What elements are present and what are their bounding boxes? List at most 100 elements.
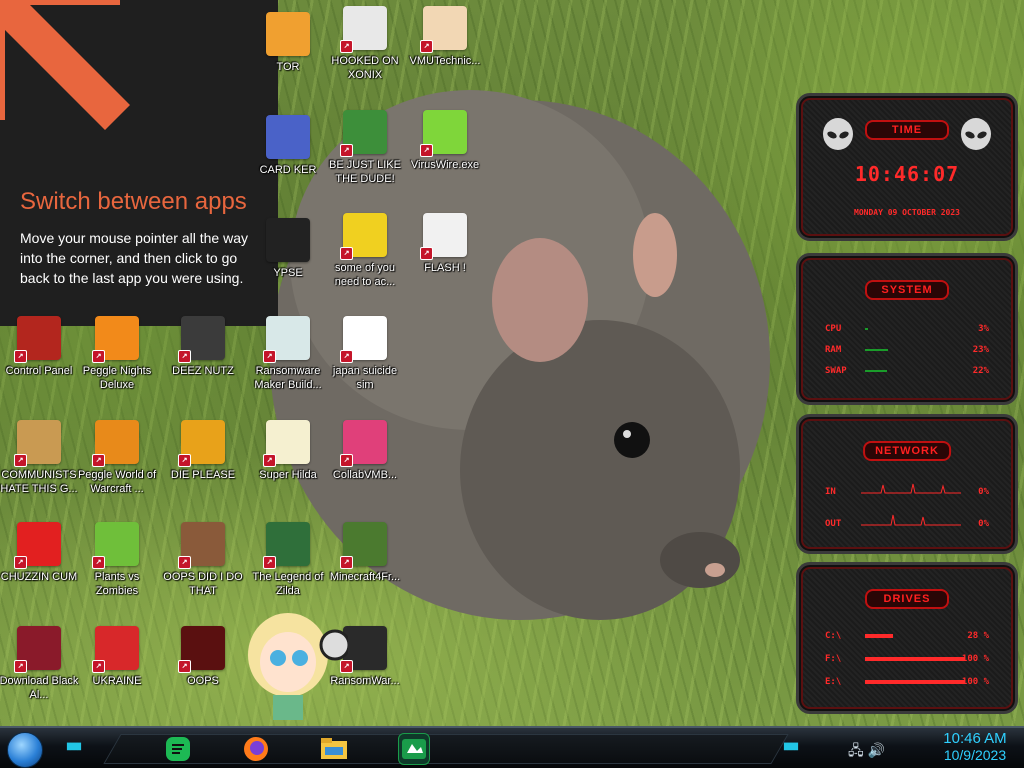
desktop-icon-label: VMUTechnic...	[409, 55, 481, 67]
chevron-decoration-icon: ▮▮▮▮	[66, 741, 82, 752]
drive-c-row: C:\ 28 %	[825, 631, 989, 641]
time-title: TIME	[865, 120, 949, 140]
shortcut-arrow-icon: ↗	[340, 454, 353, 467]
alien-head-icon	[961, 118, 991, 150]
desktop-icon[interactable]: ↗ FLASH !	[406, 213, 484, 309]
black-orb-icon: ↗	[14, 626, 61, 673]
radiation-icon: ↗	[92, 626, 139, 673]
tip-body: Move your mouse pointer all the way into…	[20, 230, 248, 286]
drive-e-row: E:\ 100 %	[825, 677, 989, 687]
desktop-icon[interactable]: ↗ japan suicide sim	[326, 316, 404, 412]
spotify-icon[interactable]	[162, 733, 194, 765]
shortcut-arrow-icon: ↗	[263, 454, 276, 467]
desktop-icon[interactable]: ↗ HOOKED ON XONIX	[326, 6, 404, 102]
dog-icon: ↗	[340, 213, 387, 260]
desktop-icon[interactable]: ↗ OOPS	[164, 626, 242, 722]
drives-title: DRIVES	[865, 589, 949, 609]
santa-icon: ↗	[340, 110, 387, 157]
desktop-icon[interactable]: ↗ Download Black Al...	[0, 626, 78, 722]
shortcut-arrow-icon: ↗	[340, 556, 353, 569]
desktop-icon[interactable]: ↗ some of you need to ac...	[326, 213, 404, 309]
folder-stack-icon: ↗	[178, 316, 225, 363]
volume-tray-icon[interactable]: 🔊	[868, 742, 885, 758]
network-out-graph	[861, 514, 961, 526]
ram-bar	[865, 349, 888, 351]
system-title: SYSTEM	[865, 280, 949, 300]
taskbar-time: 10:46 AM	[943, 730, 1007, 747]
drive-f-row: F:\ 100 %	[825, 654, 989, 664]
desktop-icon[interactable]: ↗ Plants vs Zombies	[78, 522, 156, 618]
desktop-icon-partial[interactable]: CARD KER	[249, 115, 327, 211]
money-bag-icon: ↗	[14, 420, 61, 467]
desktop-icon-label: Peggle World of Warcraft ...	[77, 469, 157, 495]
chuzzle-icon: ↗	[14, 522, 61, 569]
firefox-icon[interactable]	[240, 733, 272, 765]
peggle-wow-icon: ↗	[92, 420, 139, 467]
alien-head-icon	[823, 118, 853, 150]
system-tray[interactable]: 🖧 🔊	[848, 740, 885, 764]
desktop-icon[interactable]: ↗ CHUZZIN CUM	[0, 522, 78, 618]
control-panel-icon: ↗	[14, 316, 61, 363]
shortcut-arrow-icon: ↗	[420, 40, 433, 53]
network-tray-icon[interactable]: 🖧	[848, 742, 864, 758]
shortcut-arrow-icon: ↗	[92, 660, 105, 673]
cartoon-character-sticker	[248, 613, 348, 720]
portrait-icon: ↗	[178, 522, 225, 569]
desktop-icon[interactable]: ↗ CollabVMB...	[326, 420, 404, 516]
desktop-icon-label: BE JUST LIKE THE DUDE!	[329, 159, 401, 185]
desktop-icon-label: Minecraft4Fr...	[329, 571, 401, 583]
plant-icon: ↗	[92, 522, 139, 569]
network-in-graph	[861, 483, 961, 494]
shortcut-arrow-icon: ↗	[14, 350, 27, 363]
desktop-icon-partial[interactable]: YPSE	[249, 218, 327, 314]
gadget-date: MONDAY 09 OCTOBER 2023	[854, 208, 960, 217]
desktop-icon-label: CHUZZIN CUM	[0, 571, 78, 583]
chevron-decoration-icon: ▮▮▮▮	[783, 741, 799, 752]
active-app-icon[interactable]	[398, 733, 430, 765]
desktop-icon[interactable]: ↗ VirusWire.exe	[406, 110, 484, 206]
desktop-icon[interactable]: ↗ Ransomware Maker Build...	[249, 316, 327, 412]
desktop-icon[interactable]: ↗ DEEZ NUTZ	[164, 316, 242, 412]
desktop-icon-label: Super Hilda	[259, 469, 317, 481]
desktop-icon[interactable]: ↗ Super Hilda	[249, 420, 327, 516]
desktop-icon[interactable]: ↗ Peggle Nights Deluxe	[78, 316, 156, 412]
desktop-icon[interactable]: ↗ DIE PLEASE	[164, 420, 242, 516]
desktop-icon[interactable]: ↗ COMMUNISTS HATE THIS G...	[0, 420, 78, 516]
desktop-icon-label: UKRAINE	[92, 675, 142, 687]
desktop-icon[interactable]: ↗ VMUTechnic...	[406, 6, 484, 102]
drive-c-bar	[865, 634, 893, 638]
shortcut-arrow-icon: ↗	[92, 454, 105, 467]
desktop-icon-label: DEEZ NUTZ	[172, 365, 234, 377]
shortcut-arrow-icon: ↗	[263, 556, 276, 569]
shortcut-arrow-icon: ↗	[178, 454, 191, 467]
minecraft-icon: ↗	[340, 522, 387, 569]
shortcut-arrow-icon: ↗	[178, 660, 191, 673]
app-icon	[266, 115, 310, 159]
file-explorer-icon[interactable]	[318, 733, 350, 765]
desktop-icon-label: OOPS	[187, 675, 219, 687]
ransomware-icon: ↗	[263, 316, 310, 363]
desktop-icon[interactable]: ↗ Peggle World of Warcraft ...	[78, 420, 156, 516]
gadget-system-panel: SYSTEM CPU 3% RAM 23% SWAP 22%	[796, 253, 1018, 405]
shortcut-arrow-icon: ↗	[14, 454, 27, 467]
drive-e-bar	[865, 680, 965, 684]
switch-apps-tip: Switch between apps Move your mouse poin…	[0, 0, 278, 326]
desktop-icon[interactable]: ↗ Control Panel	[0, 316, 78, 412]
desktop-icon[interactable]: ↗ UKRAINE	[78, 626, 156, 722]
desktop-icon[interactable]: ↗ OOPS DID I DO THAT	[163, 522, 243, 618]
desktop-icon-label: HOOKED ON XONIX	[331, 55, 399, 81]
shortcut-arrow-icon: ↗	[340, 247, 353, 260]
desktop-icon-label: Peggle Nights Deluxe	[82, 365, 152, 391]
desktop-icon[interactable]: ↗ BE JUST LIKE THE DUDE!	[326, 110, 404, 206]
document-icon: ↗	[420, 213, 467, 260]
doctor-icon: ↗	[420, 6, 467, 53]
desktop-icon-partial[interactable]: TOR	[249, 12, 327, 108]
desktop-icon-label: some of you need to ac...	[334, 262, 396, 288]
start-button[interactable]	[7, 732, 43, 768]
taskbar-clock[interactable]: 10:46 AM 10/9/2023	[930, 730, 1020, 763]
taskbar-track	[103, 734, 789, 764]
swap-bar	[865, 370, 887, 372]
shortcut-arrow-icon: ↗	[420, 144, 433, 157]
shortcut-arrow-icon: ↗	[92, 350, 105, 363]
desktop-icon-label: Download Black Al...	[0, 675, 79, 701]
